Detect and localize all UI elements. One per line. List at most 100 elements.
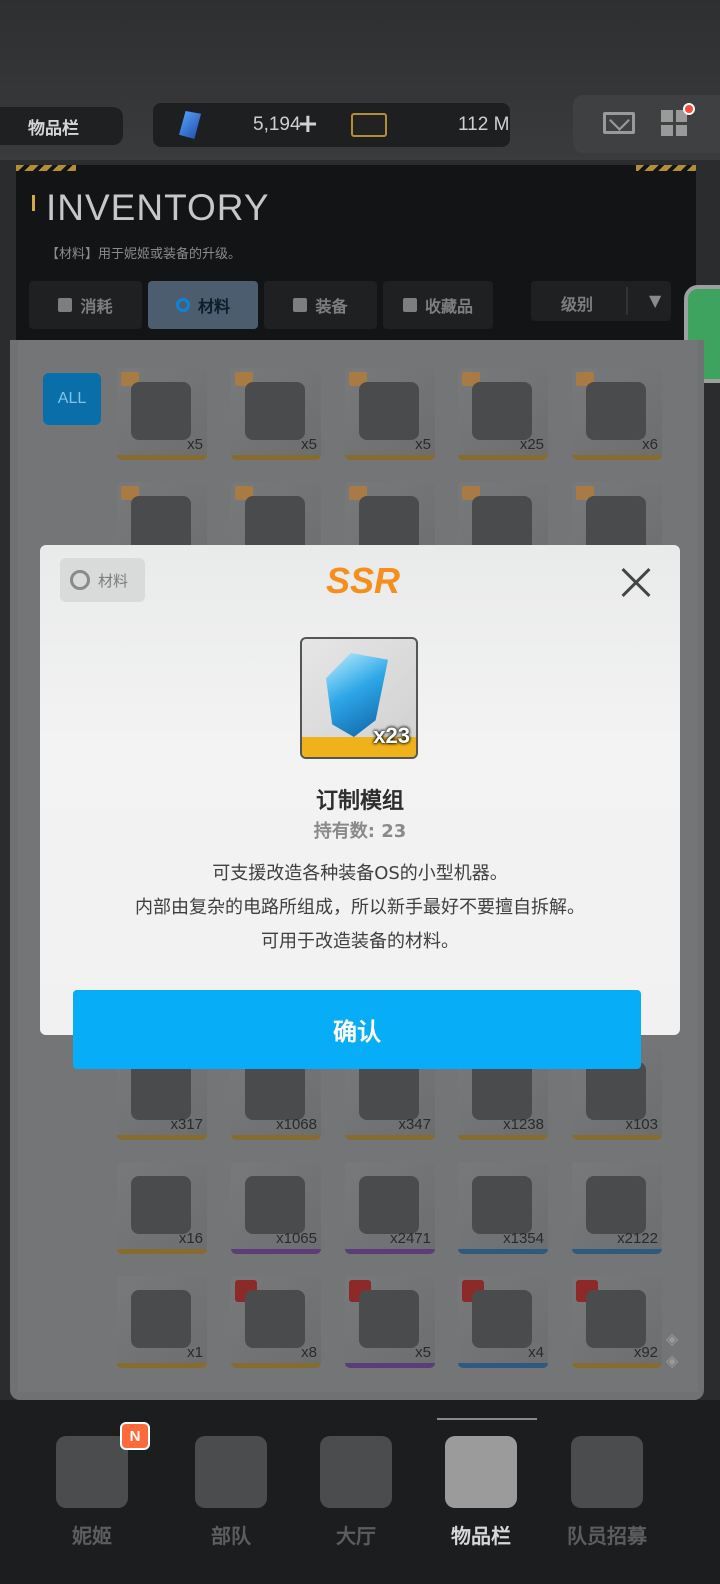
item-thumbnail (586, 1062, 646, 1120)
credit-icon (351, 113, 387, 137)
inventory-description: 【材料】用于妮姬或装备的升级。 (46, 247, 242, 262)
item-quantity: x1068 (276, 1116, 317, 1133)
inventory-item[interactable]: x6 (572, 368, 662, 460)
item-thumbnail (586, 1176, 646, 1234)
inventory-title: INVENTORY (46, 187, 270, 228)
inventory-item[interactable]: x5 (117, 368, 207, 460)
nav-label: 队员招募 (567, 1524, 647, 1548)
chevron-down-icon[interactable]: ▼ (649, 291, 661, 310)
item-quantity: x1238 (503, 1116, 544, 1133)
item-thumbnail (472, 1062, 532, 1120)
nikke-icon (56, 1436, 128, 1508)
top-right-actions (573, 95, 720, 153)
currency-bar: 5,194 + 112 M (153, 103, 510, 147)
item-quantity: x1065 (276, 1230, 317, 1247)
inventory-item[interactable]: x1065 (231, 1162, 321, 1254)
rarity-label: SSR (326, 560, 401, 601)
item-thumbnail (359, 382, 419, 440)
item-thumbnail (359, 1062, 419, 1120)
close-icon[interactable] (616, 563, 656, 603)
item-thumbnail (586, 382, 646, 440)
tab-consumable[interactable]: 消耗 (29, 281, 142, 329)
inventory-header: INVENTORY 【材料】用于妮姬或装备的升级。 消耗 材料 装备 收藏品 级… (16, 165, 696, 347)
item-quantity: x25 (519, 436, 544, 453)
nav-recruit[interactable]: 队员招募 (547, 1420, 667, 1560)
tab-label: 消耗 (80, 297, 113, 316)
inventory-item[interactable]: x25 (458, 368, 548, 460)
nav-label: 部队 (211, 1524, 251, 1548)
nav-squad[interactable]: 部队 (171, 1420, 291, 1560)
owned-count: 持有数: 23 (313, 821, 407, 842)
inventory-item[interactable]: x5 (345, 1276, 435, 1368)
item-thumbnail (472, 1176, 532, 1234)
lobby-icon (320, 1436, 392, 1508)
equipment-icon (293, 298, 308, 312)
tab-collectible[interactable]: 收藏品 (383, 281, 493, 329)
item-thumbnail (131, 1176, 191, 1234)
item-thumbnail (131, 382, 191, 440)
sort-dropdown[interactable]: 级别 ▼ (531, 281, 671, 321)
item-quantity: x103 (625, 1116, 658, 1133)
credit-amount: 112 M (458, 114, 510, 135)
item-quantity: x1 (187, 1344, 203, 1361)
item-thumbnail (359, 1176, 419, 1234)
tab-label: 装备 (315, 297, 348, 316)
inventory-item[interactable]: x92 (572, 1276, 662, 1368)
inventory-item[interactable]: x5 (345, 368, 435, 460)
material-icon (175, 298, 190, 312)
item-description: 可支援改造各种装备OS的小型机器。 内部由复杂的电路所组成，所以新手最好不要擅自… (40, 857, 680, 959)
squad-icon (195, 1436, 267, 1508)
sort-divider (626, 287, 628, 315)
consumable-icon (58, 298, 73, 312)
top-bar: 物品栏 5,194 + 112 M (0, 0, 720, 160)
bottom-navigation: 妮姬 N 部队 大厅 物品栏 队员招募 (0, 1400, 720, 1584)
scroll-indicator-icon: ◈ ◈ (666, 1329, 679, 1370)
material-icon (70, 570, 90, 590)
inventory-item[interactable]: x2122 (572, 1162, 662, 1254)
nav-lobby[interactable]: 大厅 (296, 1420, 416, 1560)
inventory-item[interactable]: x2471 (345, 1162, 435, 1254)
inventory-item[interactable]: x1 (117, 1276, 207, 1368)
title-accent (32, 195, 35, 211)
item-detail-modal: 材料 SSR x23 订制模组 持有数: 23 可支援改造各种装备OS的小型机器… (40, 545, 680, 1035)
item-quantity: x5 (415, 1344, 431, 1361)
nav-label: 物品栏 (451, 1524, 511, 1548)
category-label: 材料 (98, 571, 129, 590)
description-line: 可用于改造装备的材料。 (261, 931, 459, 952)
new-badge: N (120, 1422, 150, 1450)
item-quantity: x1354 (503, 1230, 544, 1247)
gem-icon (179, 111, 201, 139)
nav-inventory[interactable]: 物品栏 (421, 1420, 541, 1560)
mail-icon[interactable] (603, 112, 635, 134)
page-title-tab: 物品栏 (0, 107, 123, 145)
item-name: 订制模组 (315, 789, 404, 814)
tab-label: 收藏品 (424, 297, 473, 316)
confirm-button[interactable]: 确认 (73, 990, 641, 1069)
item-quantity: x8 (301, 1344, 317, 1361)
item-thumbnail (472, 1290, 532, 1348)
gem-amount: 5,194 (253, 114, 301, 135)
item-quantity: x16 (178, 1230, 203, 1247)
tab-equipment[interactable]: 装备 (264, 281, 377, 329)
add-gem-button[interactable]: + (297, 109, 319, 139)
item-quantity: x5 (415, 436, 431, 453)
tab-material[interactable]: 材料 (148, 281, 258, 329)
inventory-item[interactable]: x16 (117, 1162, 207, 1254)
inventory-item[interactable]: x1354 (458, 1162, 548, 1254)
item-quantity: x92 (633, 1344, 658, 1361)
inventory-tabs: 消耗 材料 装备 收藏品 (29, 281, 493, 329)
nav-label: 妮姬 (72, 1524, 112, 1548)
item-quantity: x6 (642, 436, 658, 453)
grid-menu-icon[interactable] (661, 110, 687, 136)
description-line: 可支援改造各种装备OS的小型机器。 (212, 863, 508, 884)
item-thumbnail (245, 1290, 305, 1348)
inventory-item[interactable]: x4 (458, 1276, 548, 1368)
item-quantity: x5 (187, 436, 203, 453)
inventory-item[interactable]: x5 (231, 368, 321, 460)
inventory-item[interactable]: x8 (231, 1276, 321, 1368)
item-quantity: x4 (528, 1344, 544, 1361)
category-tag: 材料 (60, 558, 145, 602)
notification-dot (683, 103, 695, 115)
item-quantity: x2122 (617, 1230, 658, 1247)
filter-all-button[interactable]: ALL (43, 373, 101, 425)
